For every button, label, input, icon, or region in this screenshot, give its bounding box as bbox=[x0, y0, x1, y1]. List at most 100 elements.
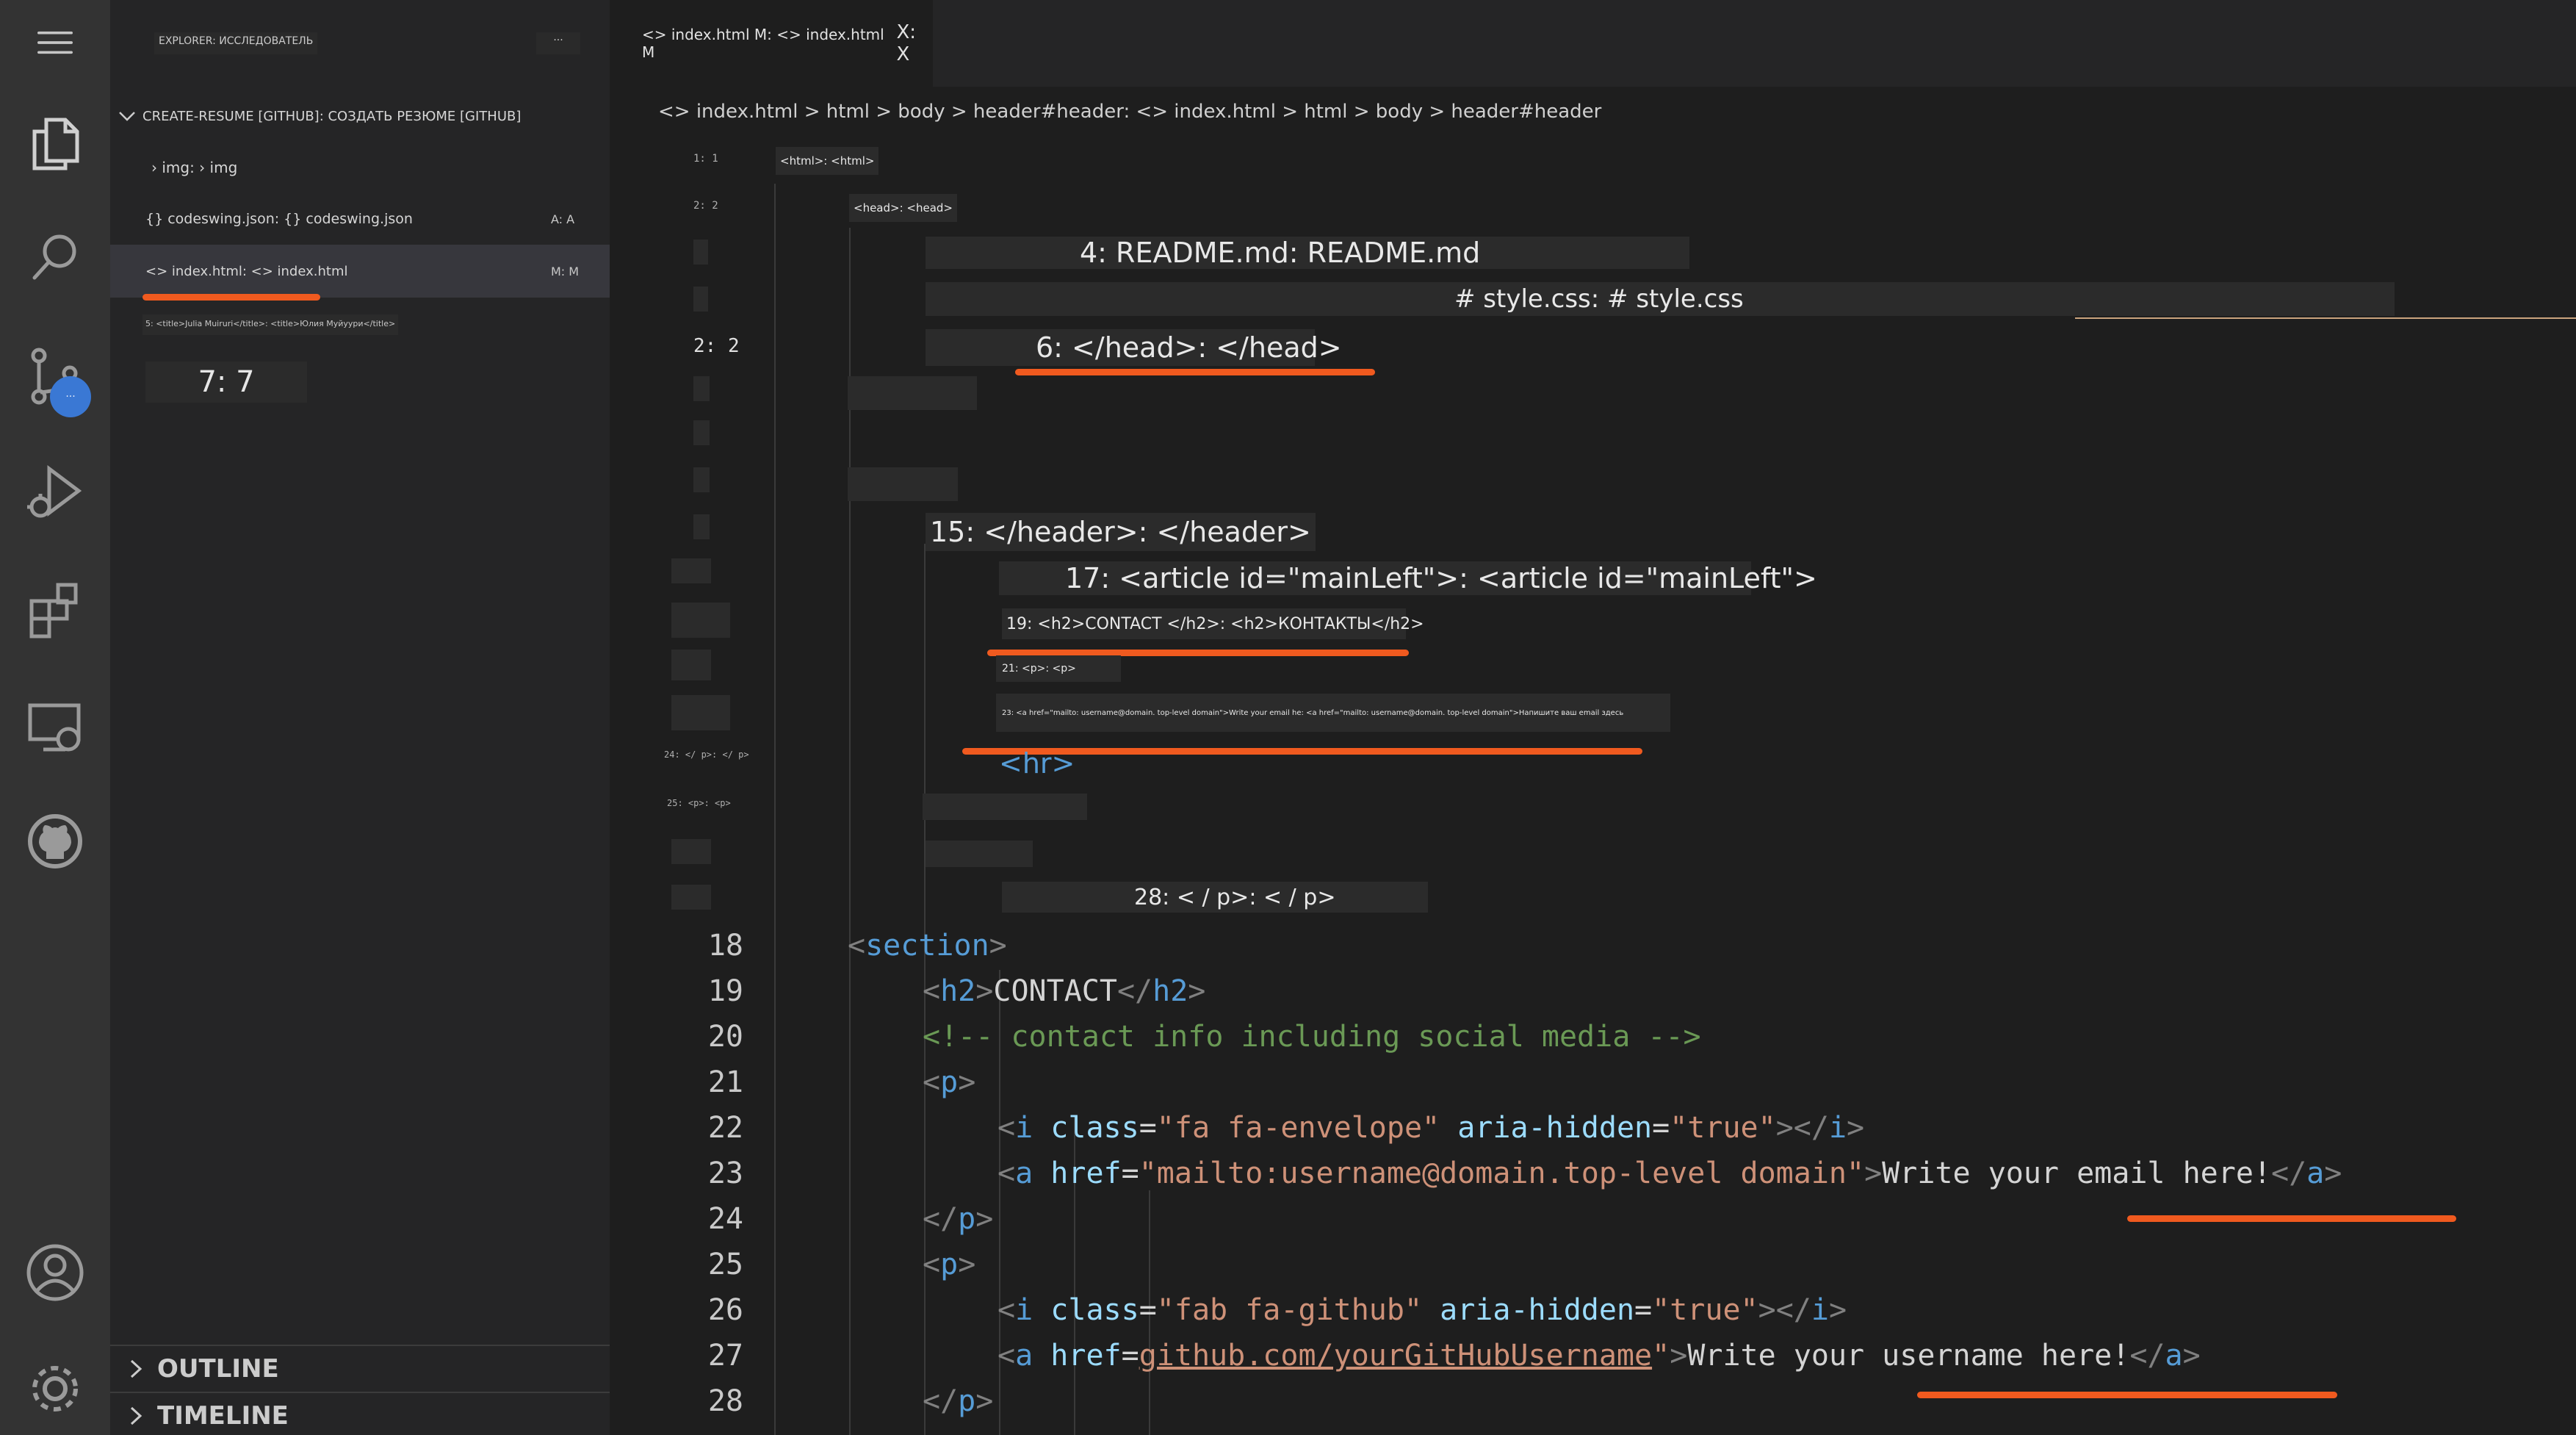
chevron-down-icon bbox=[119, 112, 135, 121]
github-icon[interactable] bbox=[18, 805, 92, 878]
tab-index-html[interactable]: <> index.html M: <> index.html M X: X bbox=[610, 0, 933, 87]
code-token: "mailto:username@domain.top-level domain… bbox=[1139, 1157, 1865, 1190]
code-text[interactable]: <i class="fa fa-envelope" aria-hidden="t… bbox=[997, 1111, 1864, 1145]
overlay-p-close: 28: < / p>: < / p> bbox=[1002, 882, 1428, 913]
overlay-p: 21: <p>: <p> bbox=[996, 655, 1121, 682]
code-token: ></ bbox=[1758, 1293, 1811, 1327]
collapsed-block bbox=[926, 841, 1033, 867]
code-text[interactable]: <a href="mailto:username@domain.top-leve… bbox=[997, 1157, 2342, 1190]
search-icon[interactable] bbox=[18, 220, 92, 294]
gutter-marker bbox=[671, 650, 711, 680]
run-debug-icon[interactable] bbox=[18, 456, 92, 529]
file-item-index-html[interactable]: <> index.html: <> index.html M: M bbox=[110, 245, 610, 298]
close-icon[interactable]: X: X bbox=[896, 21, 933, 65]
code-text[interactable]: <p> bbox=[923, 1065, 975, 1099]
code-token: </ bbox=[1116, 974, 1153, 1008]
overlay-a-email: 23: <a href="mailto: username@domain. to… bbox=[996, 694, 1670, 732]
code-token: > bbox=[975, 1384, 994, 1418]
code-token: class bbox=[1050, 1111, 1139, 1145]
code-token: = bbox=[1121, 1339, 1139, 1373]
line-number: 22 bbox=[707, 1111, 743, 1145]
code-token: > bbox=[975, 1202, 994, 1236]
extensions-icon[interactable] bbox=[18, 573, 92, 647]
line-number: 24 bbox=[707, 1202, 743, 1236]
code-token: </ bbox=[923, 1384, 959, 1418]
gutter-marker bbox=[671, 885, 711, 910]
code-token: > bbox=[989, 929, 1007, 963]
code-line[interactable]: 21 <p> bbox=[610, 1060, 2576, 1105]
code-token: href bbox=[1050, 1339, 1122, 1373]
code-text[interactable]: </p> bbox=[923, 1384, 993, 1418]
gutter-marker bbox=[693, 376, 710, 401]
code-token: aria-hidden bbox=[1440, 1293, 1635, 1327]
overlay-html: <html>: <html> bbox=[776, 147, 879, 175]
code-text[interactable]: <a href=github.com/yourGitHubUsername">W… bbox=[997, 1339, 2201, 1373]
code-text[interactable]: </p> bbox=[923, 1202, 993, 1236]
code-token: i bbox=[1828, 1111, 1847, 1145]
hamburger-menu-icon[interactable] bbox=[18, 6, 92, 79]
highlight-underline bbox=[142, 294, 320, 301]
overlay-style-css: # style.css: # style.css bbox=[926, 282, 2395, 316]
gutter-line-number: 24: </ p>: </ p> bbox=[664, 749, 749, 760]
code-line[interactable]: 26 <i class="fab fa-github" aria-hidden="… bbox=[610, 1287, 2576, 1333]
code-token: > bbox=[1847, 1111, 1865, 1145]
outline-section-header[interactable]: OUTLINE bbox=[110, 1345, 610, 1392]
code-line[interactable]: 20 <!-- contact info including social med… bbox=[610, 1014, 2576, 1060]
code-line[interactable]: 27 <a href=github.com/yourGitHubUsername"… bbox=[610, 1333, 2576, 1378]
code-token: <!-- contact info including social media… bbox=[923, 1020, 1701, 1054]
gear-icon[interactable] bbox=[18, 1352, 92, 1425]
code-token: > bbox=[1670, 1339, 1688, 1373]
code-line[interactable]: 23 <a href="mailto:username@domain.top-le… bbox=[610, 1151, 2576, 1196]
highlight-underline bbox=[1917, 1392, 2337, 1398]
gutter-marker bbox=[671, 558, 711, 583]
code-line[interactable]: 28 </p> bbox=[610, 1378, 2576, 1424]
code-line[interactable]: 22 <i class="fa fa-envelope" aria-hidden=… bbox=[610, 1105, 2576, 1151]
breadcrumb[interactable]: <> index.html > html > body > header#hea… bbox=[658, 97, 1601, 126]
code-line[interactable]: 25 <p> bbox=[610, 1242, 2576, 1287]
tab-label: <> index.html M: <> index.html M bbox=[642, 26, 884, 61]
gutter-line-number: 1: 1 bbox=[693, 153, 718, 165]
highlight-underline bbox=[1015, 369, 1375, 375]
code-token: p bbox=[958, 1202, 976, 1236]
code-token: < bbox=[997, 1293, 1016, 1327]
code-text[interactable]: <i class="fab fa-github" aria-hidden="tr… bbox=[997, 1293, 1847, 1327]
code-line[interactable]: 18 <section> bbox=[610, 923, 2576, 968]
code-token: h2 bbox=[940, 974, 976, 1008]
code-text[interactable]: <p> bbox=[923, 1248, 975, 1281]
overlay-head-close: 6: </head>: </head> bbox=[926, 329, 1342, 366]
code-token: i bbox=[1015, 1293, 1033, 1327]
code-token: = bbox=[1634, 1293, 1653, 1327]
line-number: 21 bbox=[707, 1065, 743, 1099]
code-line[interactable]: 19 <h2>CONTACT</h2> bbox=[610, 968, 2576, 1014]
gutter-marker bbox=[693, 420, 710, 445]
project-folder-header[interactable]: CREATE-RESUME [GITHUB]: СОЗДАТЬ РЕЗЮМЕ [… bbox=[118, 101, 521, 131]
collapsed-block bbox=[848, 376, 977, 410]
code-token: < bbox=[923, 974, 941, 1008]
file-item-codeswing-json[interactable]: {} codeswing.json: {} codeswing.json A: … bbox=[110, 197, 610, 241]
code-token: > bbox=[1864, 1157, 1883, 1190]
overlay-h2: 19: <h2>CONTACT </h2>: <h2>КОНТАКТЫ</h2> bbox=[1002, 608, 1424, 639]
code-token: > bbox=[958, 1248, 976, 1281]
gutter-line-number: 25: <p>: <p> bbox=[667, 798, 731, 808]
git-status-decoration: M: M bbox=[551, 264, 580, 278]
explorer-files-icon[interactable] bbox=[18, 107, 92, 180]
code-token: p bbox=[958, 1384, 976, 1418]
more-actions-button[interactable]: ··· bbox=[536, 32, 580, 54]
file-item-img-folder[interactable]: › img: › img bbox=[110, 145, 610, 190]
code-token: a bbox=[1015, 1157, 1033, 1190]
code-token: < bbox=[923, 1065, 941, 1099]
overlay-rule bbox=[2075, 317, 2576, 319]
line-number: 18 bbox=[707, 929, 743, 963]
overlay-head: <head>: <head> bbox=[849, 194, 957, 222]
timeline-section-header[interactable]: TIMELINE bbox=[110, 1392, 610, 1435]
remote-explorer-icon[interactable] bbox=[18, 691, 92, 764]
code-token: "true" bbox=[1670, 1111, 1776, 1145]
code-text[interactable]: <h2>CONTACT</h2> bbox=[923, 974, 1205, 1008]
code-token: a bbox=[2306, 1157, 2325, 1190]
code-text[interactable]: <section> bbox=[848, 929, 1007, 963]
gutter-marker bbox=[693, 240, 708, 265]
code-text[interactable]: <!-- contact info including social media… bbox=[923, 1020, 1701, 1054]
account-icon[interactable] bbox=[18, 1236, 92, 1309]
